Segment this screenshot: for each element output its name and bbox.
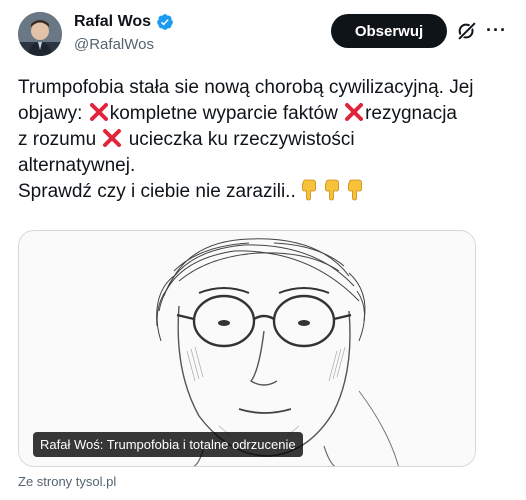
author-handle[interactable]: @RafalWos bbox=[74, 35, 154, 55]
hand-pointing-down-icon bbox=[347, 179, 362, 201]
author-name-row: Rafal Wos bbox=[74, 12, 174, 32]
tweet-text-span: alternatywnej. bbox=[18, 155, 136, 176]
tweet-line: Trumpofobia stała sie nową chorobą cywil… bbox=[18, 75, 518, 101]
verified-badge-icon bbox=[157, 14, 173, 30]
grok-icon[interactable] bbox=[456, 20, 478, 42]
tweet-text-span: Trumpofobia stała sie nową chorobą cywil… bbox=[18, 77, 474, 98]
tweet-text-span: z rozumu bbox=[18, 129, 102, 150]
card-source-link[interactable]: Ze strony tysol.pl bbox=[18, 473, 116, 491]
tweet-text-span: rezygnacja bbox=[365, 103, 457, 124]
tweet-line: z rozumu ucieczka ku rzeczywistości bbox=[18, 127, 518, 153]
avatar[interactable] bbox=[18, 12, 62, 56]
tweet-text-span: Sprawdź czy i ciebie nie zarazili.. bbox=[18, 181, 296, 202]
tweet-text-span: ucieczka ku rzeczywistości bbox=[123, 129, 355, 150]
hand-pointing-down-icon bbox=[324, 179, 339, 201]
card-caption: Rafał Woś: Trumpofobia i totalne odrzuce… bbox=[33, 432, 303, 457]
tweet-line: objawy: kompletne wyparcie faktów rezygn… bbox=[18, 101, 518, 127]
cross-mark-icon bbox=[89, 103, 108, 121]
tweet-text: Trumpofobia stała sie nową chorobą cywil… bbox=[18, 75, 518, 205]
tweet-line: alternatywnej. bbox=[18, 153, 518, 179]
tweet-text-span: objawy: bbox=[18, 103, 88, 124]
hand-pointing-down-icon bbox=[301, 179, 316, 201]
follow-button[interactable]: Obserwuj bbox=[331, 14, 447, 48]
cross-mark-icon bbox=[103, 129, 122, 147]
link-card[interactable]: Rafał Woś: Trumpofobia i totalne odrzuce… bbox=[18, 230, 476, 467]
author-name[interactable]: Rafal Wos bbox=[74, 12, 151, 32]
avatar-photo-icon bbox=[18, 12, 62, 56]
tweet-line: Sprawdź czy i ciebie nie zarazili.. bbox=[18, 179, 518, 205]
tweet-header: Rafal Wos @RafalWos Obserwuj ··· bbox=[0, 0, 526, 70]
more-options-icon[interactable]: ··· bbox=[486, 21, 510, 40]
tweet-text-span: kompletne wyparcie faktów bbox=[109, 103, 344, 124]
cross-mark-icon bbox=[345, 103, 364, 121]
